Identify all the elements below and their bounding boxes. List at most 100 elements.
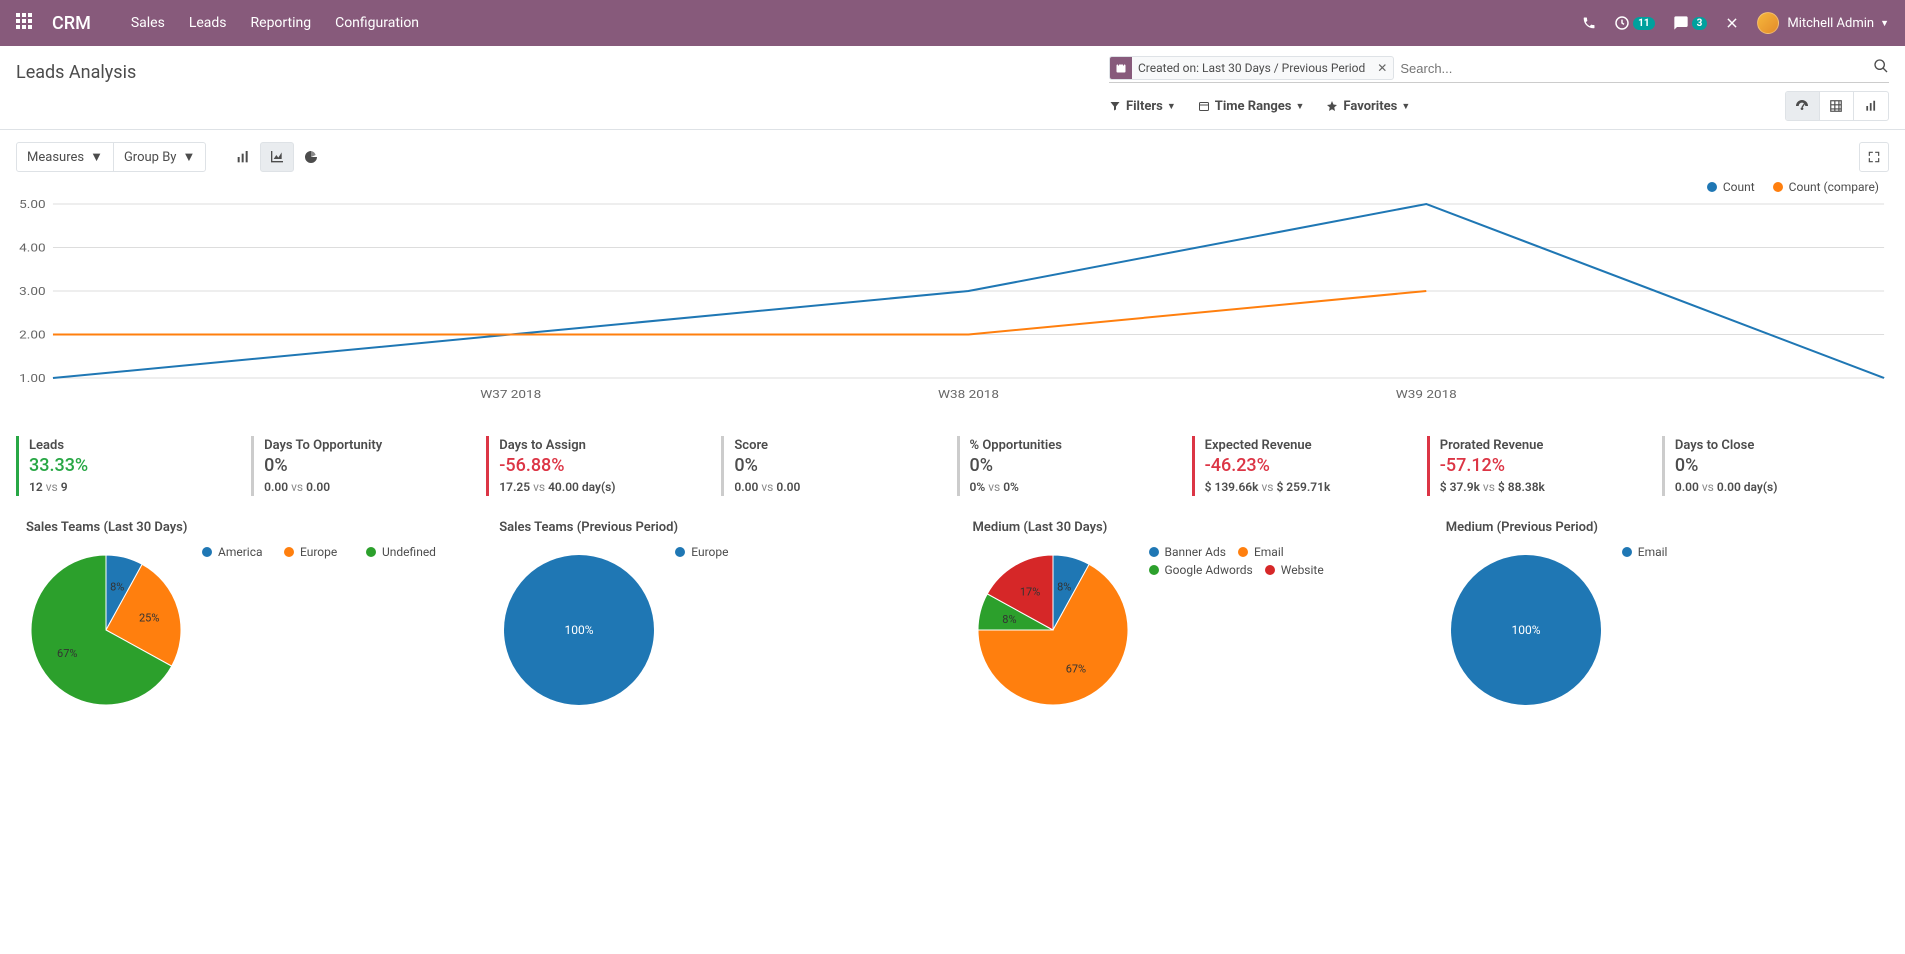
svg-text:8%: 8% — [1002, 613, 1016, 626]
kpi-card[interactable]: % Opportunities 0% 0% vs 0% — [957, 436, 1184, 496]
activity-badge: 11 — [1633, 17, 1654, 30]
svg-text:2.00: 2.00 — [19, 330, 45, 342]
nav-sales[interactable]: Sales — [131, 15, 165, 31]
pie-legend-item[interactable]: Google Adwords — [1149, 563, 1253, 577]
pie-block: Medium (Previous Period) 100% Email — [1436, 520, 1889, 715]
svg-text:8%: 8% — [110, 580, 124, 593]
pie-chart-button[interactable] — [294, 142, 328, 172]
search-icon[interactable] — [1873, 58, 1889, 78]
pie-block: Medium (Last 30 Days) 8%67%8%17% Banner … — [963, 520, 1416, 715]
pie-title: Sales Teams (Previous Period) — [489, 520, 942, 535]
pie-block: Sales Teams (Previous Period) 100% Europ… — [489, 520, 942, 715]
kpi-comparison: 17.25 vs 40.00 day(s) — [499, 480, 713, 494]
svg-text:67%: 67% — [57, 647, 77, 660]
svg-text:8%: 8% — [1057, 580, 1071, 593]
svg-text:25%: 25% — [139, 611, 159, 624]
fullscreen-button[interactable] — [1859, 142, 1889, 172]
pie-legend: Europe — [675, 545, 757, 563]
pie-legend-item[interactable]: Europe — [284, 545, 354, 559]
pie-chart-svg: 100% — [489, 545, 669, 715]
page-title: Leads Analysis — [16, 56, 136, 83]
pie-chart-svg: 8%67%8%17% — [963, 545, 1143, 715]
kpi-label: % Opportunities — [970, 438, 1184, 453]
kpi-card[interactable]: Expected Revenue -46.23% $ 139.66k vs $ … — [1192, 436, 1419, 496]
line-chart-button[interactable] — [260, 142, 294, 172]
dashboard-view-button[interactable] — [1786, 92, 1820, 120]
kpi-label: Days to Assign — [499, 438, 713, 453]
pie-legend-item[interactable]: Website — [1265, 563, 1335, 577]
svg-text:W38 2018: W38 2018 — [938, 389, 999, 401]
filters-button[interactable]: Filters▼ — [1109, 99, 1176, 114]
pie-legend-item[interactable]: Europe — [675, 545, 745, 559]
pie-title: Medium (Last 30 Days) — [963, 520, 1416, 535]
brand[interactable]: CRM — [52, 13, 91, 34]
pie-legend-item[interactable]: Email — [1238, 545, 1308, 559]
pies-row: Sales Teams (Last 30 Days) 8% 25% 67% Amer… — [0, 510, 1905, 735]
kpi-value: 0% — [264, 455, 478, 476]
graph-view-button[interactable] — [1854, 92, 1888, 120]
group-by-button[interactable]: Group By▼ — [114, 143, 205, 171]
kpi-card[interactable]: Prorated Revenue -57.12% $ 37.9k vs $ 88… — [1427, 436, 1654, 496]
user-name: Mitchell Admin — [1787, 16, 1874, 31]
svg-text:1.00: 1.00 — [19, 373, 45, 385]
control-panel: Leads Analysis Created on: Last 30 Days … — [0, 46, 1905, 130]
kpi-label: Days To Opportunity — [264, 438, 478, 453]
pie-title: Sales Teams (Last 30 Days) — [16, 520, 469, 535]
kpi-label: Expected Revenue — [1205, 438, 1419, 453]
kpi-value: 0% — [734, 455, 948, 476]
kpi-label: Score — [734, 438, 948, 453]
svg-text:4.00: 4.00 — [19, 243, 45, 255]
search-facet[interactable]: Created on: Last 30 Days / Previous Peri… — [1109, 56, 1394, 80]
svg-text:100%: 100% — [1511, 623, 1540, 637]
pivot-view-button[interactable] — [1820, 92, 1854, 120]
kpi-comparison: $ 139.66k vs $ 259.71k — [1205, 480, 1419, 494]
nav-leads[interactable]: Leads — [189, 15, 227, 31]
search-input[interactable] — [1394, 57, 1865, 80]
line-chart: Count Count (compare) 1.00 2.00 3.00 4.00 5.… — [0, 176, 1905, 422]
kpi-card[interactable]: Leads 33.33% 12 vs 9 — [16, 436, 243, 496]
kpi-card[interactable]: Score 0% 0.00 vs 0.00 — [721, 436, 948, 496]
svg-text:100%: 100% — [565, 623, 594, 637]
messages-icon[interactable]: 3 — [1673, 15, 1708, 31]
svg-text:3.00: 3.00 — [19, 286, 45, 298]
kpi-value: -46.23% — [1205, 455, 1419, 476]
pie-legend-item[interactable]: Banner Ads — [1149, 545, 1226, 559]
calendar-icon — [1110, 57, 1132, 79]
kpi-row: Leads 33.33% 12 vs 9 Days To Opportunity… — [0, 422, 1905, 510]
pie-legend-item[interactable]: Undefined — [366, 545, 436, 559]
user-menu[interactable]: Mitchell Admin ▼ — [1757, 12, 1889, 34]
svg-text:5.00: 5.00 — [19, 199, 45, 211]
svg-text:W37 2018: W37 2018 — [480, 389, 541, 401]
nav-reporting[interactable]: Reporting — [251, 15, 312, 31]
pie-legend-item[interactable]: America — [202, 545, 272, 559]
nav-configuration[interactable]: Configuration — [335, 15, 419, 31]
apps-icon[interactable] — [16, 13, 32, 33]
activity-icon[interactable]: 11 — [1614, 15, 1654, 31]
facet-label: Created on: Last 30 Days / Previous Peri… — [1132, 61, 1371, 75]
kpi-label: Days to Close — [1675, 438, 1889, 453]
view-switcher — [1785, 91, 1889, 121]
kpi-comparison: 12 vs 9 — [29, 480, 243, 494]
kpi-card[interactable]: Days to Close 0% 0.00 vs 0.00 day(s) — [1662, 436, 1889, 496]
kpi-card[interactable]: Days To Opportunity 0% 0.00 vs 0.00 — [251, 436, 478, 496]
measures-button[interactable]: Measures▼ — [17, 143, 114, 171]
favorites-button[interactable]: Favorites▼ — [1326, 99, 1410, 114]
line-chart-svg: 1.002.003.004.005.00W37 2018W38 2018W39 … — [16, 198, 1889, 408]
kpi-card[interactable]: Days to Assign -56.88% 17.25 vs 40.00 da… — [486, 436, 713, 496]
pie-legend: America Europe Undefined — [202, 545, 448, 563]
svg-text:17%: 17% — [1019, 585, 1039, 598]
legend-count[interactable]: Count — [1707, 180, 1755, 194]
facet-remove[interactable]: ✕ — [1371, 61, 1393, 75]
phone-icon[interactable] — [1582, 16, 1596, 30]
pie-legend-item[interactable]: Email — [1622, 545, 1692, 559]
time-ranges-button[interactable]: Time Ranges▼ — [1198, 99, 1305, 114]
pie-title: Medium (Previous Period) — [1436, 520, 1889, 535]
kpi-value: 33.33% — [29, 455, 243, 476]
close-icon[interactable] — [1725, 16, 1739, 30]
bar-chart-button[interactable] — [226, 142, 260, 172]
kpi-value: -57.12% — [1440, 455, 1654, 476]
kpi-label: Prorated Revenue — [1440, 438, 1654, 453]
kpi-comparison: 0% vs 0% — [970, 480, 1184, 494]
kpi-comparison: 0.00 vs 0.00 — [264, 480, 478, 494]
legend-count-compare[interactable]: Count (compare) — [1773, 180, 1879, 194]
